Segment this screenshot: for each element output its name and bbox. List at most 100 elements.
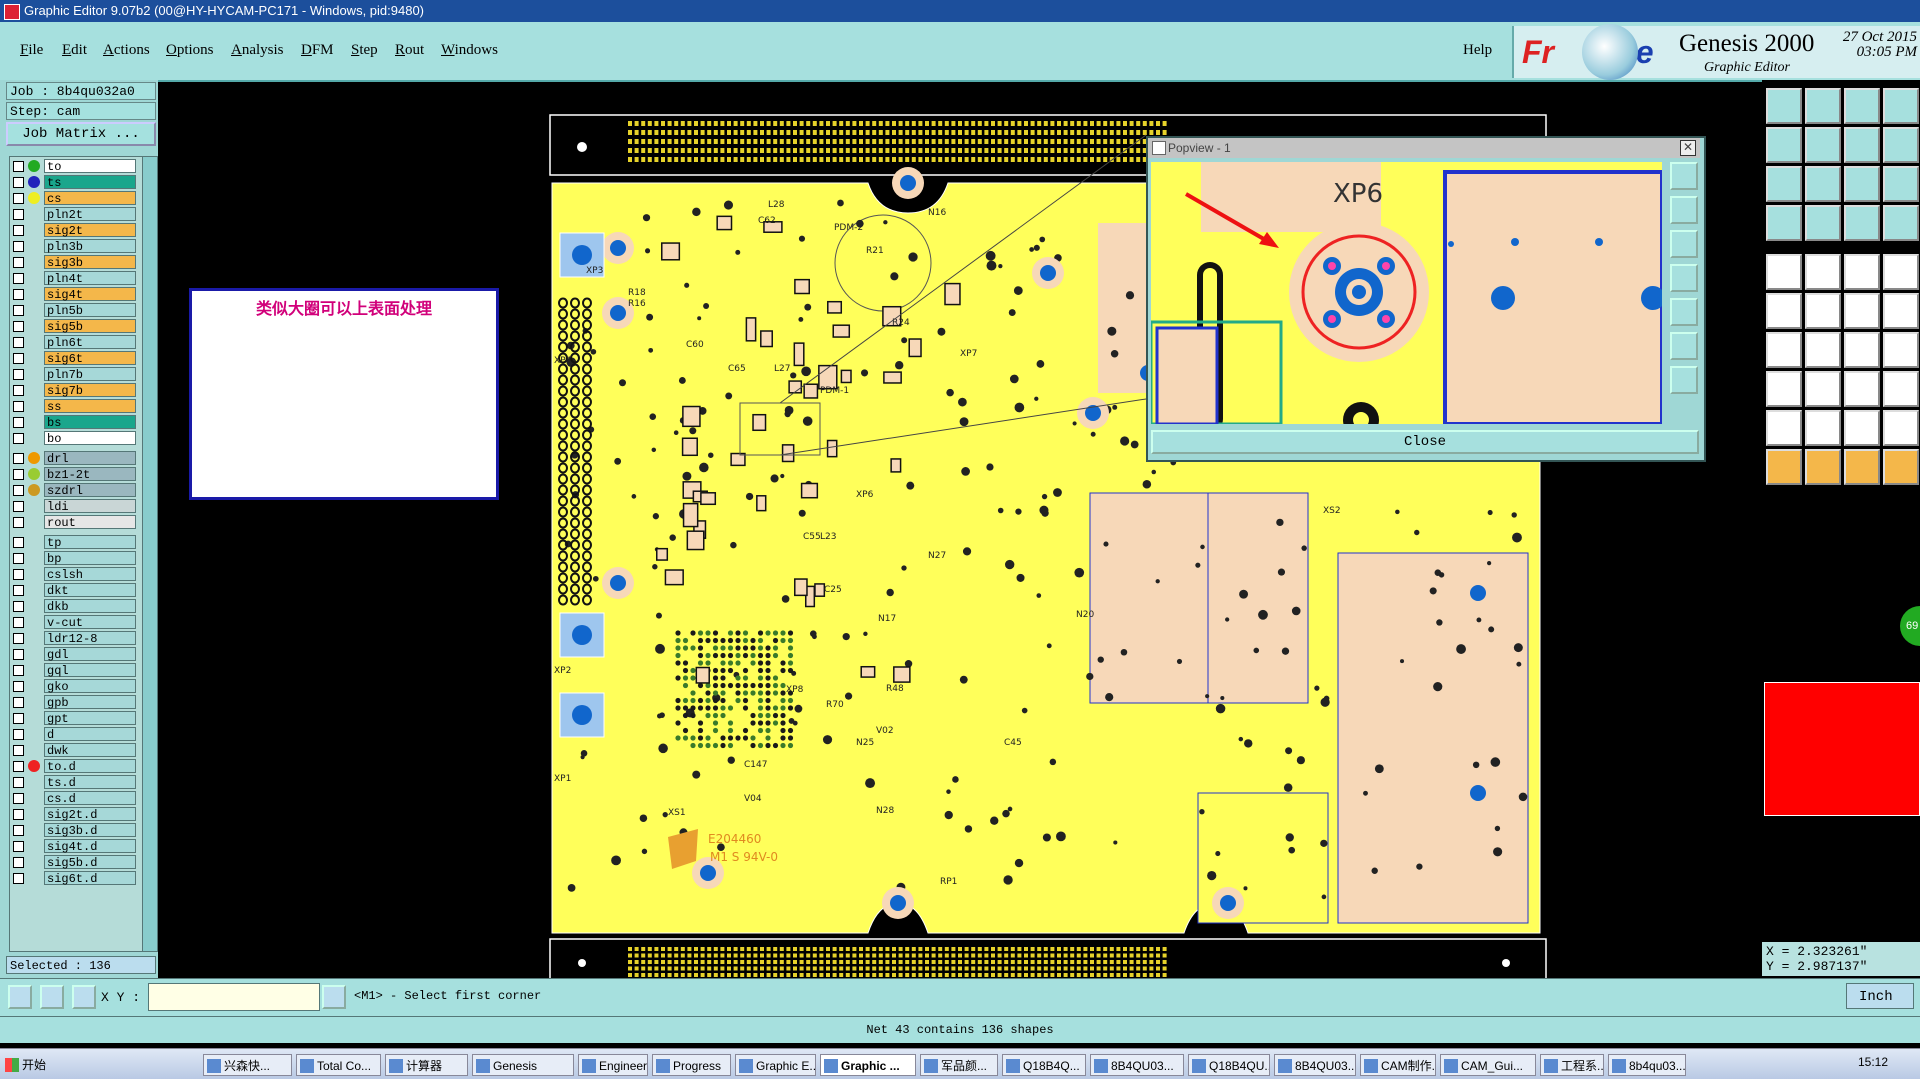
tool-split-icon[interactable] [1805,254,1841,290]
layer-name[interactable]: szdrl [44,483,136,498]
tool-layer-up-icon[interactable] [1766,205,1802,241]
taskbar-item[interactable]: 军品颜... [920,1054,998,1076]
taskbar-item[interactable]: 兴森快... [203,1054,292,1076]
layer-checkbox[interactable] [13,453,24,464]
tool-copy-icon[interactable] [1883,449,1919,485]
tool-align-icon[interactable] [1844,166,1880,202]
layer-name[interactable]: tp [44,535,136,550]
layer-checkbox[interactable] [13,745,24,756]
menu-windows[interactable]: Windows [441,42,498,59]
layer-row[interactable]: sig6t.d [10,871,142,886]
snap-mode-icon[interactable] [72,985,96,1009]
layer-name[interactable]: gpt [44,711,136,726]
popview-home-icon[interactable] [1670,264,1698,292]
layer-row[interactable]: v-cut [10,615,142,630]
layer-row[interactable]: sig3b [10,255,142,270]
layer-checkbox[interactable] [13,517,24,528]
layer-checkbox[interactable] [13,485,24,496]
popview-fit-icon[interactable] [1670,298,1698,326]
tool-split-icon[interactable] [1883,166,1919,202]
pause-icon[interactable] [322,985,346,1009]
menu-step[interactable]: Step [351,42,378,59]
layer-name[interactable]: gql [44,663,136,678]
layer-name[interactable]: dkb [44,599,136,614]
layer-checkbox[interactable] [13,161,24,172]
layer-checkbox[interactable] [13,601,24,612]
layer-checkbox[interactable] [13,569,24,580]
tool-scale-icon[interactable] [1883,293,1919,329]
taskbar-item[interactable]: Total Co... [296,1054,381,1076]
layer-name[interactable]: pln6t [44,335,136,350]
layer-row[interactable]: ts.d [10,775,142,790]
layer-checkbox[interactable] [13,793,24,804]
layer-checkbox[interactable] [13,873,24,884]
taskbar-item[interactable]: 计算器 [385,1054,468,1076]
tool-route-icon[interactable] [1883,371,1919,407]
xy-input[interactable] [148,983,320,1011]
layer-checkbox[interactable] [13,353,24,364]
layer-checkbox[interactable] [13,209,24,220]
layer-name[interactable]: to.d [44,759,136,774]
layer-name[interactable]: ldi [44,499,136,514]
layer-checkbox[interactable] [13,369,24,380]
menu-options[interactable]: Options [166,42,214,59]
layer-name[interactable]: sig5b [44,319,136,334]
layer-row[interactable]: pln2t [10,207,142,222]
layer-name[interactable]: sig5b.d [44,855,136,870]
layer-checkbox[interactable] [13,501,24,512]
layer-affected-icon[interactable] [28,484,40,496]
layer-row[interactable]: pln5b [10,303,142,318]
tool-mirror-icon[interactable] [1805,293,1841,329]
tool-align-icon[interactable] [1805,205,1841,241]
layer-checkbox[interactable] [13,305,24,316]
layer-name[interactable]: pln7b [44,367,136,382]
tool-split-icon[interactable] [1766,293,1802,329]
layer-checkbox[interactable] [13,841,24,852]
tool-house-icon[interactable] [1766,166,1802,202]
snap-grid-icon[interactable] [8,985,32,1009]
layer-checkbox[interactable] [13,761,24,772]
tool-house-icon[interactable] [1844,88,1880,124]
layer-row[interactable]: bo [10,431,142,446]
layer-affected-icon[interactable] [28,760,40,772]
layer-name[interactable]: bo [44,431,136,446]
layer-name[interactable]: sig2t [44,223,136,238]
layer-checkbox[interactable] [13,469,24,480]
layer-checkbox[interactable] [13,729,24,740]
layer-row[interactable]: sig5b [10,319,142,334]
tool-route-icon[interactable] [1844,410,1880,446]
snap-angle-icon[interactable] [40,985,64,1009]
layer-row[interactable]: drl [10,451,142,466]
layer-name[interactable]: rout [44,515,136,530]
layer-row[interactable]: sig7b [10,383,142,398]
taskbar-item[interactable]: Progress [652,1054,731,1076]
layer-name[interactable]: sig6t [44,351,136,366]
layer-row[interactable]: pln3b [10,239,142,254]
start-button[interactable]: 开始 [2,1053,52,1077]
layer-checkbox[interactable] [13,809,24,820]
layer-row[interactable]: cslsh [10,567,142,582]
layer-checkbox[interactable] [13,225,24,236]
layer-name[interactable]: sig4t [44,287,136,302]
tool-measure-icon[interactable] [1883,410,1919,446]
layer-checkbox[interactable] [13,321,24,332]
tool-house-icon[interactable] [1805,127,1841,163]
taskbar-item[interactable]: 8B4QU03... [1090,1054,1184,1076]
tool-grid-icon[interactable] [1805,410,1841,446]
tool-route-icon[interactable] [1805,449,1841,485]
layer-row[interactable]: rout [10,515,142,530]
tool-align-icon[interactable] [1883,127,1919,163]
layer-name[interactable]: v-cut [44,615,136,630]
taskbar-item[interactable]: CAM制作... [1360,1054,1436,1076]
layer-checkbox[interactable] [13,585,24,596]
layer-affected-icon[interactable] [28,176,40,188]
layer-checkbox[interactable] [13,697,24,708]
layer-name[interactable]: pln2t [44,207,136,222]
layer-row[interactable]: sig2t [10,223,142,238]
layer-checkbox[interactable] [13,713,24,724]
layer-name[interactable]: ts [44,175,136,190]
job-matrix-button[interactable]: Job Matrix ... [6,122,156,146]
layer-checkbox[interactable] [13,553,24,564]
tool-help-icon[interactable] [1883,254,1919,290]
layer-checkbox[interactable] [13,417,24,428]
